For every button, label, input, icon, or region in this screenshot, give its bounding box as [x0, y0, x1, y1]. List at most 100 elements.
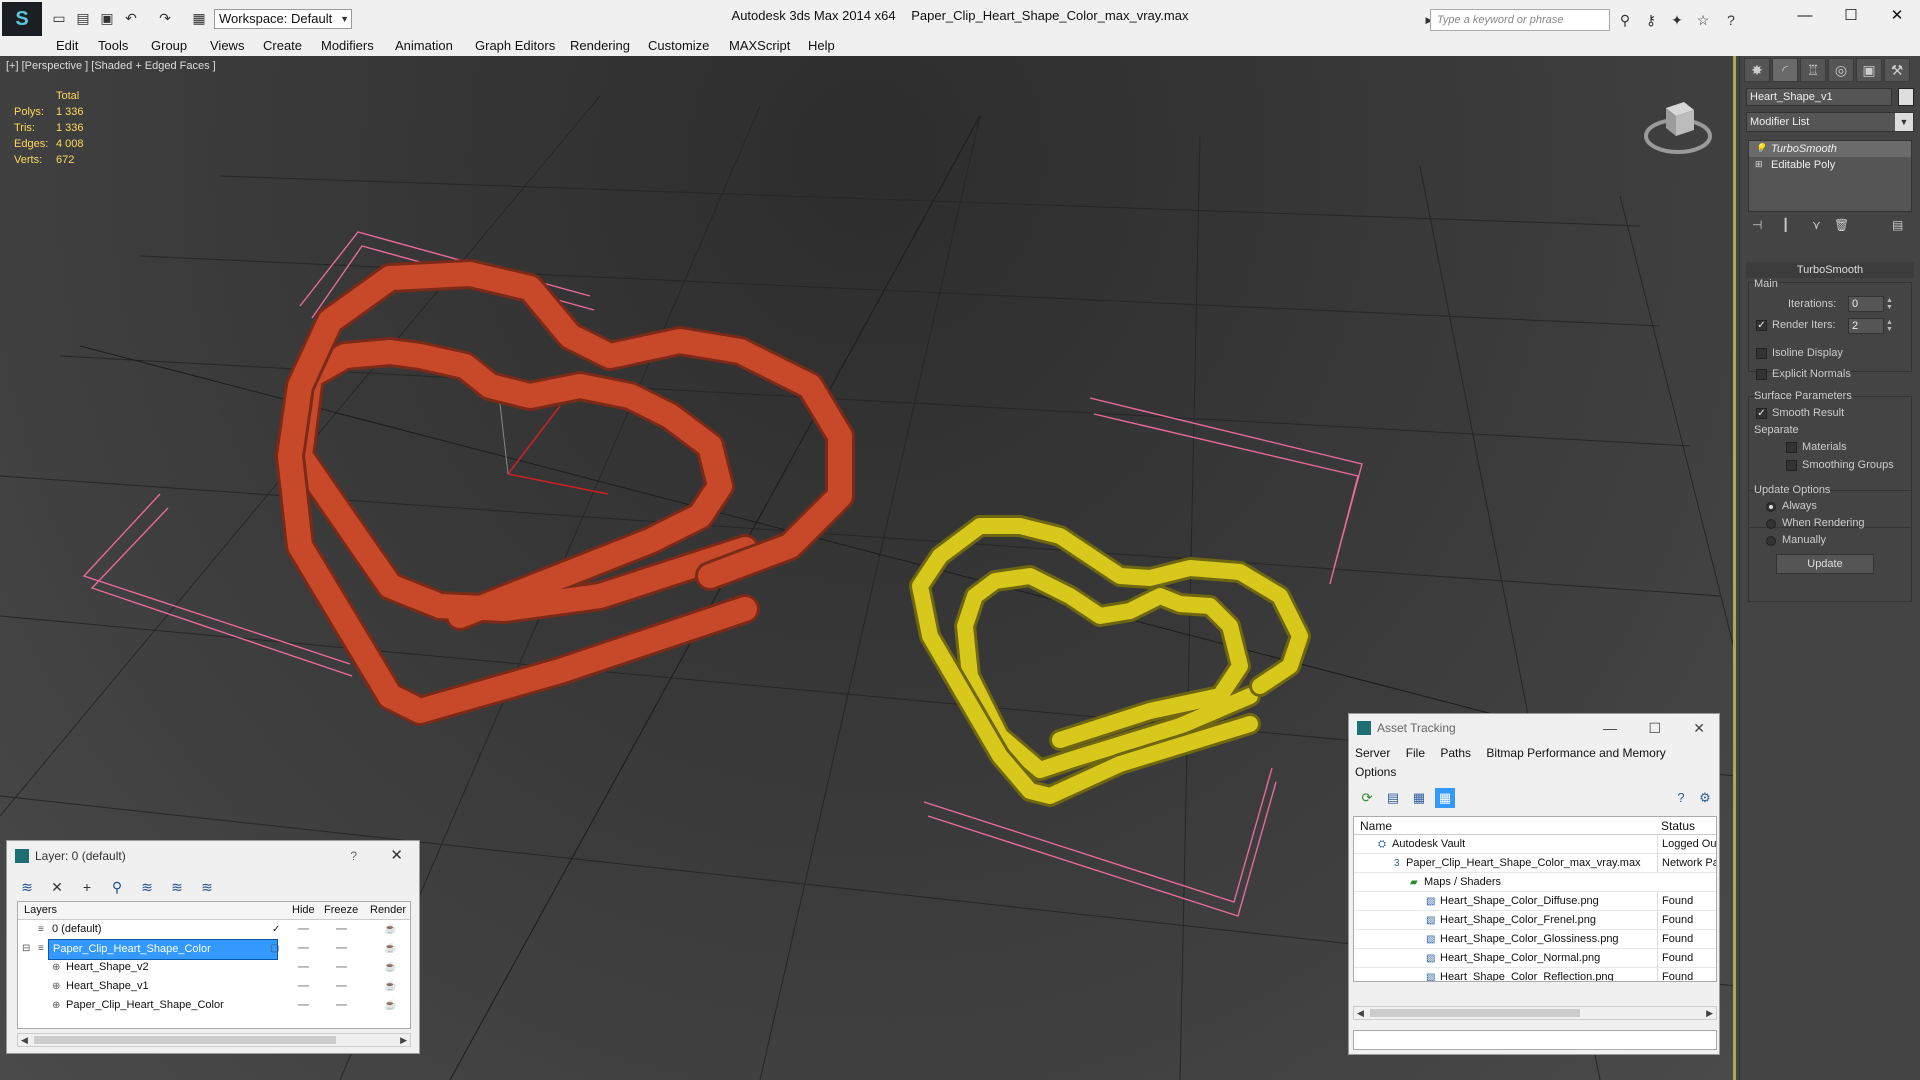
checkmark-icon[interactable]: ✓: [272, 920, 280, 939]
add-to-layer-icon[interactable]: +: [77, 877, 97, 897]
minimize-icon[interactable]: —: [1603, 714, 1617, 742]
table-row[interactable]: ⛭ Autodesk Vault Logged Ou: [1354, 835, 1716, 854]
iterations-spinner[interactable]: 0: [1848, 296, 1884, 312]
menu-graph-editors[interactable]: Graph Editors: [475, 36, 555, 56]
freeze-toggle[interactable]: ━━: [336, 996, 347, 1015]
maximize-icon[interactable]: ☐: [1648, 714, 1661, 742]
column-freeze[interactable]: Freeze: [324, 904, 358, 916]
horizontal-scrollbar[interactable]: ◀ ▶: [17, 1033, 411, 1047]
save-icon[interactable]: ▣: [98, 9, 116, 27]
table-row[interactable]: ▧ Heart_Shape_Color_Normal.png Found: [1354, 949, 1716, 968]
asset-path-field[interactable]: [1353, 1030, 1717, 1050]
scrollbar-thumb[interactable]: [1370, 1009, 1580, 1017]
scroll-right-icon[interactable]: ▶: [1706, 1007, 1713, 1019]
menu-rendering[interactable]: Rendering: [570, 36, 630, 56]
column-layers[interactable]: Layers: [24, 904, 57, 916]
render-teapot-icon[interactable]: ☕: [384, 939, 396, 958]
menu-file[interactable]: File: [1406, 746, 1425, 760]
close-icon[interactable]: ✕: [390, 841, 403, 871]
red-heart-clip[interactable]: [275, 259, 855, 726]
menu-options[interactable]: Options: [1355, 765, 1396, 779]
render-teapot-icon[interactable]: ☕: [384, 977, 396, 996]
grid-view-icon[interactable]: ▦: [1435, 788, 1455, 808]
motion-tab-icon[interactable]: ◎: [1828, 58, 1854, 82]
smooth-result-checkbox[interactable]: ✓: [1756, 408, 1767, 419]
table-row[interactable]: ≡ 0 (default) ✓ ━━ ━━ ☕: [18, 920, 410, 939]
menu-paths[interactable]: Paths: [1440, 746, 1471, 760]
materials-checkbox[interactable]: [1786, 442, 1797, 453]
stack-item-editable-poly[interactable]: ⊞ Editable Poly: [1749, 157, 1911, 173]
horizontal-scrollbar[interactable]: ◀ ▶: [1353, 1006, 1717, 1020]
render-iters-spinner[interactable]: 2: [1848, 318, 1884, 334]
list-view-icon[interactable]: ▤: [1383, 788, 1403, 808]
object-name-field[interactable]: Heart_Shape_v1: [1746, 88, 1892, 106]
configure-sets-icon[interactable]: ▤: [1892, 218, 1903, 232]
create-tab-icon[interactable]: ✸: [1744, 58, 1770, 82]
delete-layer-icon[interactable]: ✕: [47, 877, 67, 897]
column-hide[interactable]: Hide: [292, 904, 315, 916]
workspace-dropdown[interactable]: Workspace: Default ▼: [214, 9, 352, 29]
menu-customize[interactable]: Customize: [648, 36, 709, 56]
key-icon[interactable]: ⚷: [1640, 9, 1662, 31]
menu-modifiers[interactable]: Modifiers: [321, 36, 374, 56]
isoline-display-checkbox[interactable]: [1756, 348, 1767, 359]
select-layer-icon[interactable]: ≋: [137, 877, 157, 897]
app-logo-icon[interactable]: S: [2, 2, 42, 36]
project-icon[interactable]: ▦: [190, 9, 208, 27]
vault-settings-icon[interactable]: ⚙: [1695, 788, 1715, 808]
table-row[interactable]: ⊕ Heart_Shape_v2 ━━ ━━ ☕: [18, 958, 410, 977]
collapse-icon[interactable]: ⊟: [22, 939, 30, 958]
hide-toggle[interactable]: ━━: [298, 996, 309, 1015]
undo-icon[interactable]: ↶: [122, 9, 140, 27]
lightbulb-icon[interactable]: 💡: [1755, 143, 1766, 153]
layer-window-titlebar[interactable]: Layer: 0 (default) ? ✕: [7, 841, 419, 871]
create-layer-icon[interactable]: ≋: [17, 877, 37, 897]
help-icon[interactable]: ?: [350, 841, 357, 871]
make-unique-icon[interactable]: ⋎: [1812, 218, 1821, 232]
stack-item-turbosmooth[interactable]: 💡 TurboSmooth: [1749, 141, 1911, 157]
modify-tab-icon[interactable]: ◜: [1772, 58, 1798, 82]
freeze-layers-icon[interactable]: ≋: [197, 877, 217, 897]
asset-window-titlebar[interactable]: Asset Tracking — ☐ ✕: [1349, 714, 1719, 742]
render-iters-checkbox[interactable]: ✓: [1756, 320, 1767, 331]
expand-plus-icon[interactable]: ⊞: [1755, 159, 1765, 169]
menu-bitmap-performance[interactable]: Bitmap Performance and Memory: [1486, 746, 1665, 760]
menu-views[interactable]: Views: [210, 36, 244, 56]
menu-tools[interactable]: Tools: [98, 36, 128, 56]
freeze-toggle[interactable]: ━━: [336, 939, 347, 958]
hide-layers-icon[interactable]: ≋: [167, 877, 187, 897]
always-radio[interactable]: [1766, 502, 1776, 512]
render-teapot-icon[interactable]: ☕: [384, 920, 396, 939]
column-name[interactable]: Name: [1360, 819, 1392, 833]
yellow-heart-clip[interactable]: [909, 515, 1311, 807]
menu-group[interactable]: Group: [151, 36, 187, 56]
select-objects-icon[interactable]: ⚲: [107, 877, 127, 897]
spinner-arrows-icon[interactable]: ▲ ▼: [1886, 319, 1893, 333]
table-row[interactable]: ▧ Heart_Shape_Color_Diffuse.png Found: [1354, 892, 1716, 911]
when-rendering-radio[interactable]: [1766, 519, 1776, 529]
table-row[interactable]: ⊕ Paper_Clip_Heart_Shape_Color ━━ ━━ ☕: [18, 996, 410, 1015]
refresh-icon[interactable]: ⟳: [1357, 788, 1377, 808]
table-row[interactable]: ▰ Maps / Shaders: [1354, 873, 1716, 892]
remove-modifier-icon[interactable]: 🗑: [1834, 218, 1849, 232]
table-row[interactable]: ▧ Heart_Shape_Color_Reflection.png Found: [1354, 968, 1716, 981]
column-status[interactable]: Status: [1661, 819, 1695, 833]
new-file-icon[interactable]: ▭: [50, 9, 68, 27]
modifier-list-dropdown[interactable]: Modifier List ▼: [1746, 112, 1914, 132]
menu-create[interactable]: Create: [263, 36, 302, 56]
menu-animation[interactable]: Animation: [395, 36, 453, 56]
render-teapot-icon[interactable]: ☕: [384, 996, 396, 1015]
menu-help[interactable]: Help: [808, 36, 835, 56]
hierarchy-tab-icon[interactable]: ♖: [1800, 58, 1826, 82]
viewport-label[interactable]: [+] [Perspective ] [Shaded + Edged Faces…: [6, 60, 216, 72]
table-row[interactable]: ⊟ ≡ Paper_Clip_Heart_Shape_Color ▢ ━━ ━━…: [18, 939, 410, 960]
vault-help-icon[interactable]: ?: [1671, 788, 1691, 808]
viewcube-icon[interactable]: [1640, 86, 1716, 162]
comm-center-icon[interactable]: ✦: [1666, 9, 1688, 31]
utilities-tab-icon[interactable]: ⚒: [1884, 58, 1910, 82]
column-render[interactable]: Render: [370, 904, 406, 916]
explicit-normals-checkbox[interactable]: [1756, 369, 1767, 380]
hide-toggle[interactable]: ━━: [298, 958, 309, 977]
table-view-icon[interactable]: ▦: [1409, 788, 1429, 808]
redo-icon[interactable]: ↷: [156, 9, 174, 27]
